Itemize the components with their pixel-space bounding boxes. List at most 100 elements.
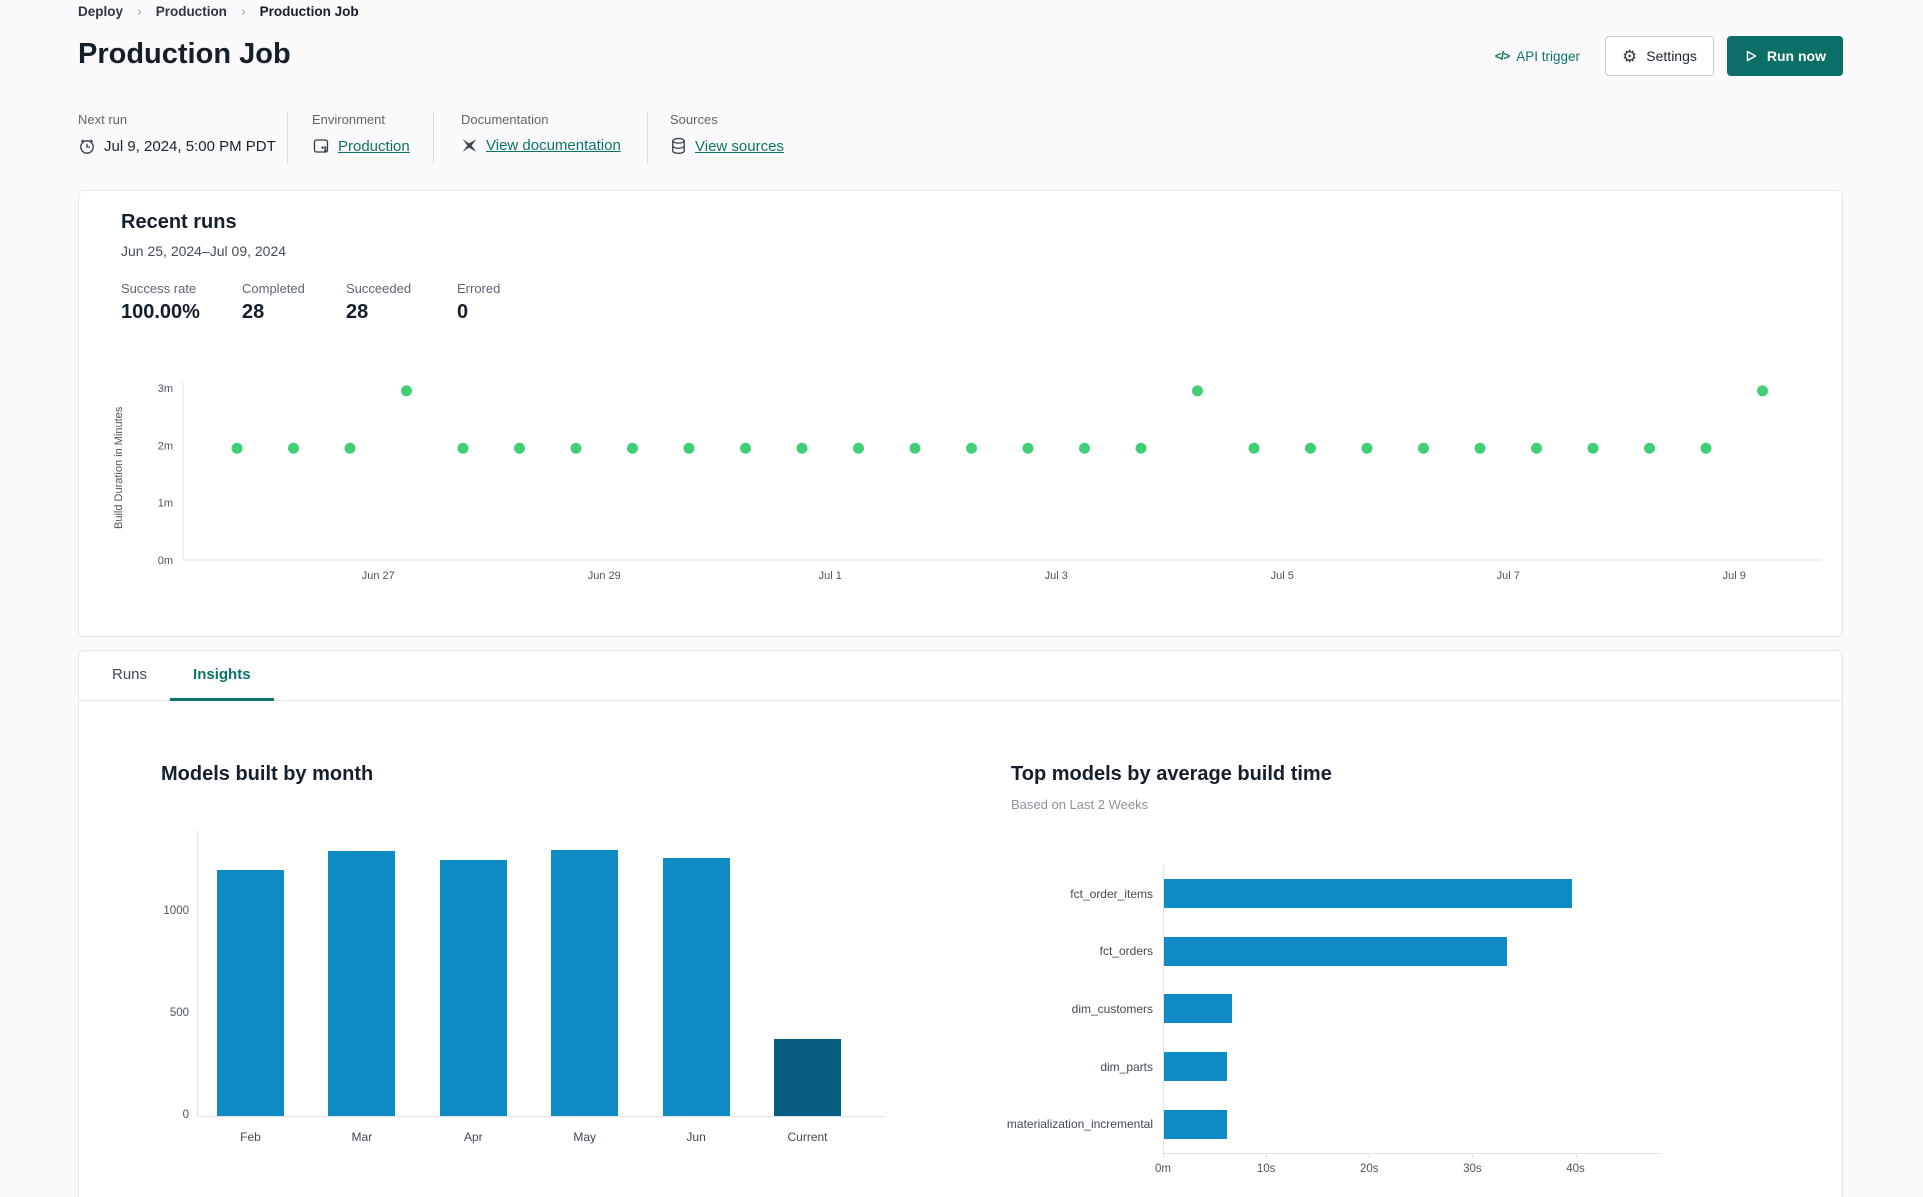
run-point[interactable] bbox=[966, 442, 977, 454]
run-point[interactable] bbox=[627, 442, 638, 454]
x-category-label: Jun bbox=[686, 1130, 706, 1144]
x-category-label: May bbox=[573, 1130, 597, 1144]
run-point[interactable] bbox=[740, 442, 751, 454]
y-tick: 2m bbox=[158, 440, 173, 452]
insights-card: Runs Insights Models built by month 0 500… bbox=[78, 650, 1843, 1197]
run-point[interactable] bbox=[796, 442, 808, 454]
x-category-label: Apr bbox=[463, 1130, 483, 1144]
run-point[interactable] bbox=[231, 442, 243, 454]
model-label: fct_orders bbox=[1099, 944, 1153, 959]
database-icon bbox=[670, 137, 687, 155]
run-point[interactable] bbox=[1700, 442, 1712, 454]
view-sources-link[interactable]: View sources bbox=[695, 138, 784, 155]
month-bar[interactable] bbox=[662, 858, 730, 1116]
run-point[interactable] bbox=[1531, 442, 1542, 454]
month-bar[interactable] bbox=[551, 850, 619, 1116]
info-next-run: Next run Jul 9, 2024, 5:00 PM PDT bbox=[78, 112, 276, 155]
y-tick: 500 bbox=[169, 1007, 189, 1020]
info-label: Environment bbox=[312, 112, 385, 127]
divider bbox=[647, 112, 648, 164]
x-tick: Jul 9 bbox=[1723, 570, 1746, 582]
run-point[interactable] bbox=[1022, 442, 1034, 454]
model-label: dim_parts bbox=[1100, 1059, 1153, 1074]
x-tick: Jul 7 bbox=[1497, 570, 1520, 582]
x-tick-mark bbox=[1472, 1153, 1474, 1158]
y-tick: 0 bbox=[182, 1109, 189, 1121]
tab-insights[interactable]: Insights bbox=[170, 651, 274, 701]
settings-button[interactable]: ⚙ Settings bbox=[1605, 36, 1714, 76]
run-point[interactable] bbox=[1418, 442, 1429, 454]
models-by-month-title: Models built by month bbox=[161, 763, 374, 785]
run-point[interactable] bbox=[457, 442, 469, 454]
y-axis-line bbox=[197, 831, 198, 1116]
tab-bar: Runs Insights bbox=[79, 651, 1842, 701]
run-point[interactable] bbox=[570, 442, 582, 454]
build-time-bar[interactable] bbox=[1164, 936, 1508, 966]
run-point[interactable] bbox=[401, 385, 412, 397]
docs-icon bbox=[461, 137, 478, 154]
models-by-month-chart: 0 500 1000 Feb Mar Apr May Jun Current bbox=[97, 821, 937, 1166]
run-point[interactable] bbox=[683, 442, 695, 454]
month-bar[interactable] bbox=[328, 851, 396, 1116]
run-point[interactable] bbox=[909, 442, 921, 454]
run-point[interactable] bbox=[1135, 442, 1147, 454]
x-tick-mark bbox=[1266, 1153, 1268, 1158]
run-point[interactable] bbox=[1474, 442, 1486, 454]
stat-completed: Completed 28 bbox=[242, 281, 305, 323]
breadcrumb-production-job: Production Job bbox=[259, 3, 359, 19]
breadcrumb-production[interactable]: Production bbox=[156, 4, 227, 19]
run-point[interactable] bbox=[514, 442, 525, 454]
clock-icon bbox=[78, 137, 96, 155]
run-point[interactable] bbox=[1757, 385, 1768, 397]
run-point[interactable] bbox=[1587, 442, 1599, 454]
run-now-label: Run now bbox=[1766, 48, 1826, 64]
run-now-button[interactable]: Run now bbox=[1726, 36, 1843, 76]
build-time-bar[interactable] bbox=[1164, 879, 1573, 908]
run-point[interactable] bbox=[853, 442, 864, 454]
tab-runs[interactable]: Runs bbox=[89, 651, 170, 701]
run-point[interactable] bbox=[1079, 442, 1090, 454]
info-label: Sources bbox=[670, 112, 718, 127]
run-point[interactable] bbox=[1192, 385, 1203, 397]
model-label: fct_order_items bbox=[1070, 886, 1153, 901]
recent-runs-title: Recent runs bbox=[121, 211, 237, 233]
api-trigger-label: API trigger bbox=[1516, 48, 1581, 64]
x-tick: Jun 27 bbox=[362, 570, 395, 582]
build-time-bar[interactable] bbox=[1164, 1052, 1227, 1082]
header-actions: </> API trigger ⚙ Settings Run now bbox=[1495, 36, 1843, 76]
x-tick: Jun 29 bbox=[588, 570, 621, 582]
month-bar[interactable] bbox=[439, 859, 507, 1116]
run-point[interactable] bbox=[1305, 442, 1316, 454]
x-tick-mark bbox=[1163, 1153, 1164, 1158]
environment-link[interactable]: Production bbox=[338, 138, 410, 155]
top-models-subtitle: Based on Last 2 Weeks bbox=[1011, 797, 1149, 812]
next-run-value: Jul 9, 2024, 5:00 PM PDT bbox=[104, 137, 276, 155]
recent-runs-stats: Success rate 100.00% Completed 28 Succee… bbox=[121, 281, 547, 324]
x-tick: 10s bbox=[1256, 1163, 1276, 1175]
info-bar: Next run Jul 9, 2024, 5:00 PM PDT Enviro… bbox=[0, 112, 1923, 167]
divider bbox=[287, 112, 288, 164]
chevron-right-icon: › bbox=[137, 3, 142, 19]
x-tick: Jul 5 bbox=[1271, 570, 1294, 582]
page: Deploy › Production › Production Job Pro… bbox=[0, 0, 1923, 1197]
api-trigger-link[interactable]: </> API trigger bbox=[1495, 49, 1580, 64]
build-time-bar[interactable] bbox=[1164, 994, 1233, 1024]
chevron-right-icon: › bbox=[240, 3, 246, 19]
x-tick-mark bbox=[1575, 1153, 1577, 1158]
x-axis-line bbox=[197, 1116, 885, 1117]
breadcrumb-deploy[interactable]: Deploy bbox=[78, 4, 123, 19]
x-category-label: Mar bbox=[351, 1130, 373, 1144]
run-point[interactable] bbox=[1248, 442, 1260, 454]
y-tick: 3m bbox=[158, 383, 173, 395]
build-time-bar[interactable] bbox=[1164, 1109, 1227, 1139]
info-sources: Sources View sources bbox=[670, 112, 784, 155]
stat-succeeded: Succeeded 28 bbox=[346, 281, 412, 323]
run-point[interactable] bbox=[1361, 442, 1373, 454]
view-documentation-link[interactable]: View documentation bbox=[486, 137, 621, 154]
x-tick: 40s bbox=[1566, 1163, 1585, 1175]
run-point[interactable] bbox=[288, 442, 299, 454]
run-point[interactable] bbox=[344, 442, 356, 454]
month-bar[interactable] bbox=[217, 869, 284, 1116]
x-tick: Jul 3 bbox=[1045, 570, 1068, 582]
run-point[interactable] bbox=[1644, 442, 1655, 454]
